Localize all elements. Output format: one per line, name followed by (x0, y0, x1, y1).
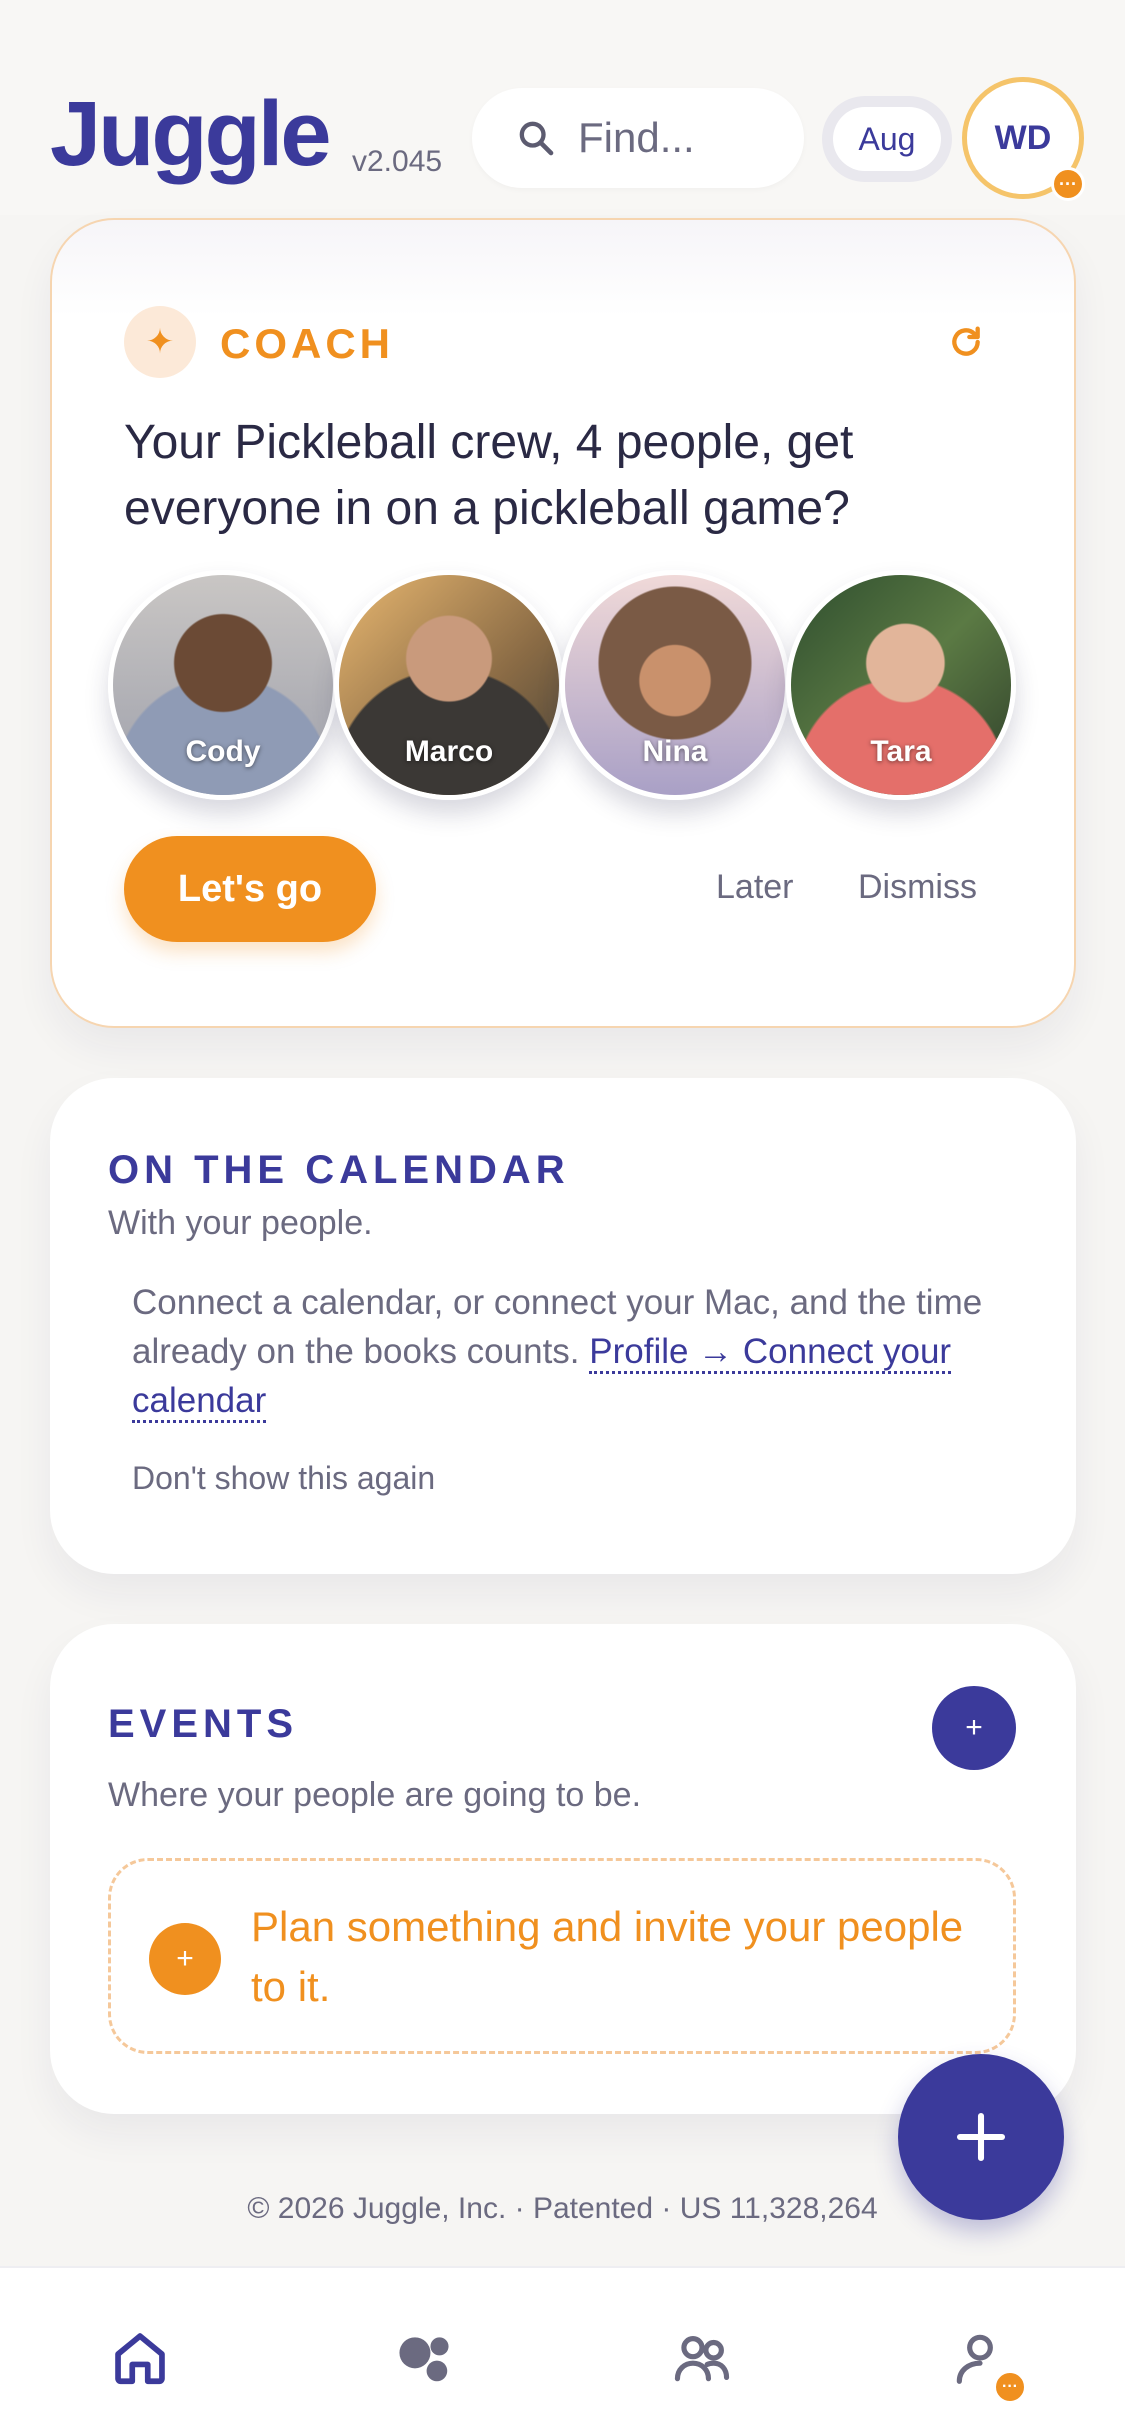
person-avatar-marco[interactable]: Marco (334, 570, 564, 800)
home-icon (115, 2333, 165, 2385)
person-name: Cody (185, 735, 261, 768)
person-avatar-cody[interactable]: Cody (108, 570, 338, 800)
footer-copyright: © 2026 Juggle, Inc. · Patented · US 11,3… (247, 2192, 878, 2225)
calendar-body: Connect a calendar, or connect your Mac,… (132, 1278, 1012, 1425)
add-event-button[interactable]: + (932, 1686, 1016, 1770)
calendar-subtitle: With your people. (108, 1204, 373, 1242)
dont-show-again-button[interactable]: Don't show this again (132, 1460, 435, 1497)
plus-icon: + (149, 1923, 221, 1995)
plan-something-text: Plan something and invite your people to… (251, 1903, 964, 2010)
later-button[interactable]: Later (716, 868, 794, 907)
plan-something-button[interactable]: + Plan something and invite your people … (108, 1858, 1016, 2054)
events-subtitle: Where your people are going to be. (108, 1776, 642, 1814)
bubbles-icon (399, 2337, 449, 2382)
person-name: Tara (870, 735, 932, 768)
month-label: Aug (833, 107, 941, 171)
avatar-menu-badge[interactable]: ··· (1051, 167, 1085, 201)
refresh-icon[interactable] (946, 322, 986, 362)
nav-people[interactable] (668, 2324, 736, 2392)
dismiss-button[interactable]: Dismiss (858, 868, 977, 907)
calendar-card: ON THE CALENDAR With your people. Connec… (50, 1078, 1076, 1574)
coach-card: ✦ COACH Your Pickleball crew, 4 people, … (50, 218, 1076, 1028)
events-card: EVENTS Where your people are going to be… (50, 1624, 1076, 2114)
lets-go-button[interactable]: Let's go (124, 836, 376, 942)
sparkle-icon: ✦ (124, 306, 196, 378)
month-selector[interactable]: Aug (822, 96, 952, 182)
people-icon (674, 2336, 730, 2382)
person-avatar-tara[interactable]: Tara (786, 570, 1016, 800)
person-name: Nina (642, 735, 708, 768)
person-name: Marco (404, 735, 494, 768)
profile-notification-badge: ··· (993, 2370, 1027, 2404)
app-logo[interactable]: Juggle (50, 88, 331, 180)
app-header: Juggle v2.045 Aug WD ··· (0, 0, 1125, 215)
plus-icon (956, 2112, 1006, 2162)
coach-label: COACH (220, 320, 394, 367)
nav-circles[interactable] (390, 2324, 458, 2392)
events-title: EVENTS (108, 1702, 299, 1746)
nav-home[interactable] (106, 2324, 174, 2392)
app-version: v2.045 (352, 145, 443, 178)
calendar-title: ON THE CALENDAR (108, 1148, 570, 1192)
search-input[interactable] (578, 114, 788, 162)
coach-message: Your Pickleball crew, 4 people, get ever… (124, 416, 854, 535)
bottom-nav: ··· (0, 2266, 1125, 2436)
search-bar[interactable] (472, 88, 804, 188)
search-icon (519, 121, 554, 156)
people-row: Cody Marco Nina Tara (108, 570, 1028, 810)
person-avatar-nina[interactable]: Nina (560, 570, 790, 800)
